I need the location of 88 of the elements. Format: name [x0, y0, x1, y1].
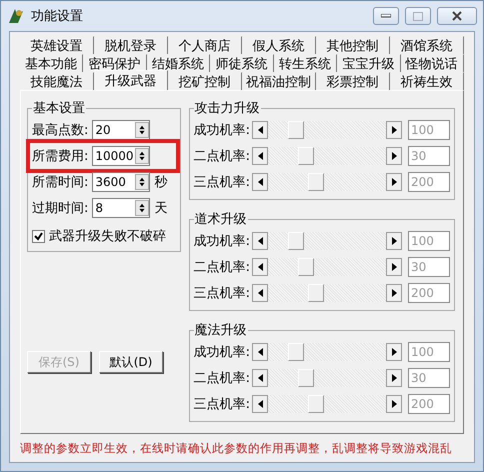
- spinner-icon: [135, 200, 150, 216]
- right-arrow-icon: [392, 178, 396, 186]
- minimize-icon: [381, 14, 391, 18]
- right-arrow-icon: [392, 263, 396, 271]
- group-title: 攻击力升级: [194, 100, 261, 117]
- scroll-right-button[interactable]: [386, 369, 402, 387]
- scroll-left-button[interactable]: [252, 284, 268, 302]
- slider-label: 成功机率:: [194, 233, 250, 250]
- window-title: 功能设置: [31, 8, 84, 25]
- slider[interactable]: [252, 395, 402, 413]
- close-button[interactable]: [437, 7, 477, 25]
- left-arrow-icon: [258, 152, 262, 160]
- unit-label: 秒: [154, 174, 168, 191]
- scroll-left-button[interactable]: [252, 395, 268, 413]
- maximize-button[interactable]: [405, 7, 431, 25]
- right-arrow-icon: [392, 374, 396, 382]
- close-icon: [452, 11, 462, 21]
- slider[interactable]: [252, 173, 402, 191]
- app-icon: [7, 7, 25, 25]
- left-arrow-icon: [258, 374, 262, 382]
- spin-field[interactable]: 3600: [92, 172, 150, 192]
- spin-field[interactable]: 10000: [92, 146, 150, 166]
- scroll-left-button[interactable]: [252, 147, 268, 165]
- left-arrow-icon: [258, 263, 262, 271]
- scroll-right-button[interactable]: [386, 173, 402, 191]
- field-label: 最高点数:: [32, 122, 88, 139]
- scroll-right-button[interactable]: [386, 395, 402, 413]
- scroll-left-button[interactable]: [252, 232, 268, 250]
- tab[interactable]: 升级武器: [94, 70, 168, 90]
- slider[interactable]: [252, 232, 402, 250]
- right-arrow-icon: [392, 289, 396, 297]
- scroll-right-button[interactable]: [386, 232, 402, 250]
- scroll-left-button[interactable]: [252, 258, 268, 276]
- spinner-icon: [135, 174, 150, 190]
- group-title: 道术升级: [194, 211, 248, 228]
- spin-field[interactable]: 20: [92, 120, 150, 140]
- slider-label: 成功机率:: [194, 122, 250, 139]
- checkbox-label: 武器升级失败不破碎: [49, 228, 166, 245]
- right-arrow-icon: [392, 348, 396, 356]
- scroll-left-button[interactable]: [252, 121, 268, 139]
- slider-label: 成功机率:: [194, 344, 250, 361]
- right-arrow-icon: [392, 152, 396, 160]
- dialog-button[interactable]: 默认(D): [99, 351, 163, 373]
- scroll-left-button[interactable]: [252, 343, 268, 361]
- slider[interactable]: [252, 147, 402, 165]
- scroll-right-button[interactable]: [386, 121, 402, 139]
- left-arrow-icon: [258, 289, 262, 297]
- tab[interactable]: 转生系统: [274, 54, 338, 72]
- slider[interactable]: [252, 369, 402, 387]
- left-arrow-icon: [258, 348, 262, 356]
- scroll-right-button[interactable]: [386, 258, 402, 276]
- group-title: 基本设置: [32, 100, 86, 117]
- scroll-left-button[interactable]: [252, 369, 268, 387]
- scroll-right-button[interactable]: [386, 343, 402, 361]
- slider[interactable]: [252, 258, 402, 276]
- scroll-right-button[interactable]: [386, 284, 402, 302]
- slider-label: 二点机率:: [194, 259, 250, 276]
- slider-label: 三点机率:: [194, 396, 250, 413]
- slider[interactable]: [252, 343, 402, 361]
- spin-field[interactable]: 8: [92, 198, 150, 218]
- field-label: 所需时间:: [32, 174, 88, 191]
- unit-label: 天: [154, 200, 168, 217]
- left-arrow-icon: [258, 126, 262, 134]
- left-arrow-icon: [258, 237, 262, 245]
- spinner-icon: [135, 122, 150, 138]
- right-arrow-icon: [392, 126, 396, 134]
- maximize-icon: [413, 12, 423, 20]
- tab[interactable]: 怪物说话: [400, 54, 464, 72]
- checkbox[interactable]: [32, 230, 45, 242]
- check-icon: [34, 232, 43, 240]
- left-arrow-icon: [258, 178, 262, 186]
- slider-label: 三点机率:: [194, 285, 250, 302]
- scroll-left-button[interactable]: [252, 173, 268, 191]
- slider-label: 二点机率:: [194, 370, 250, 387]
- right-arrow-icon: [392, 237, 396, 245]
- left-arrow-icon: [258, 400, 262, 408]
- field-label: 所需费用:: [32, 148, 88, 165]
- notice-text: 调整的参数立即生效，在线时请确认此参数的作用再调整，乱调整将导致游戏混乱: [20, 440, 452, 456]
- minimize-button[interactable]: [373, 7, 399, 25]
- group-title: 魔法升级: [194, 322, 248, 339]
- slider[interactable]: [252, 284, 402, 302]
- scroll-right-button[interactable]: [386, 147, 402, 165]
- right-arrow-icon: [392, 400, 396, 408]
- field-label: 过期时间:: [32, 200, 88, 217]
- slider[interactable]: [252, 121, 402, 139]
- slider-label: 三点机率:: [194, 174, 250, 191]
- slider-label: 二点机率:: [194, 148, 250, 165]
- spinner-icon: [135, 148, 150, 164]
